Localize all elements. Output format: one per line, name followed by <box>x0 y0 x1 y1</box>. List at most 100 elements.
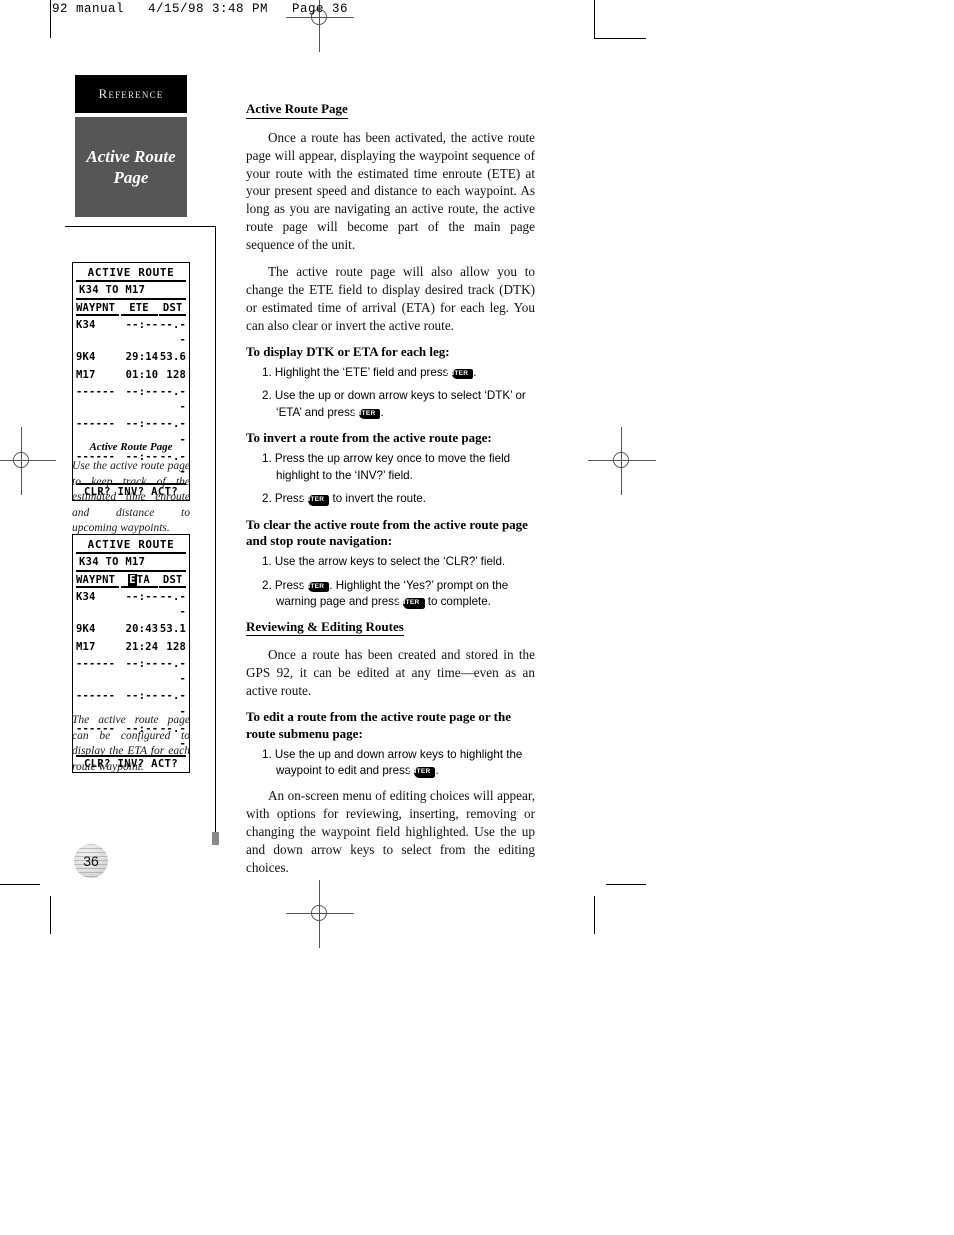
lcd-row: ------ --:-- --.-- <box>73 656 189 688</box>
lcd-cell-waypnt: 9K4 <box>76 623 96 636</box>
lcd-cell-waypnt: K34 <box>76 591 96 603</box>
lcd-cell-time: 21:24 <box>125 640 159 653</box>
lcd-title: ACTIVE ROUTE <box>76 537 186 554</box>
list-item: 1. Use the arrow keys to select the ‘CLR… <box>262 555 506 569</box>
lcd-cell-time: 20:43 <box>125 623 159 636</box>
registration-mark-right <box>588 427 656 495</box>
column-marker <box>212 832 219 845</box>
lcd-row: K34 --:-- --.-- <box>73 317 189 349</box>
lcd-row: M17 01:10 128 <box>73 367 189 384</box>
list-item: 1. Highlight the ‘ETE’ field and press E… <box>246 365 535 381</box>
crop-mark-top-right <box>594 0 595 38</box>
lcd-cell-waypnt: ------ <box>76 657 116 670</box>
sidebar-section-tab: Reference <box>75 75 187 113</box>
step-text-tail: to complete. <box>427 595 491 609</box>
paragraph-editing-menu: An on-screen menu of editing choices wil… <box>246 787 535 875</box>
lcd-cell-dst: --.-- <box>159 319 186 347</box>
section-heading-wrap-2: Reviewing & Editing Routes <box>246 618 535 643</box>
step-text: 2. Press <box>262 492 305 506</box>
lcd-header-dst: DST <box>159 574 186 588</box>
paragraph-field-options: The active route page will also allow yo… <box>246 264 535 334</box>
procedure-steps-clear-route: 1. Use the arrow keys to select the ‘CLR… <box>246 554 535 610</box>
lcd-row: M17 21:24 128 <box>73 639 189 656</box>
figure-caption-title-1: Active Route Page <box>89 441 173 453</box>
lcd-header-highlight: E <box>128 574 137 586</box>
enter-key-icon[interactable]: ENTER <box>445 368 474 380</box>
lcd-header-dst: DST <box>159 302 186 316</box>
enter-key-icon[interactable]: ENTER <box>407 767 436 778</box>
lcd-column-headers: WAYPNT ETE DST <box>73 300 189 317</box>
lcd-column-headers: WAYPNT ETA DST <box>73 572 189 589</box>
paragraph-intro: Once a route has been activated, the act… <box>246 129 535 253</box>
enter-key-icon[interactable]: ENTER <box>301 581 330 593</box>
step-text-tail: . <box>435 764 439 778</box>
list-item: 2. Press ENTER. Highlight the ‘Yes?’ pro… <box>246 578 535 611</box>
lcd-cell-dst: --.-- <box>159 591 186 619</box>
section-heading-active-route-page: Active Route Page <box>246 101 348 119</box>
lcd-row: 9K4 29:14 53.6 <box>73 349 189 366</box>
lcd-cell-time: 01:10 <box>125 368 159 381</box>
registration-mark-bottom <box>286 880 354 948</box>
lcd-row: ------ --:-- --.-- <box>73 384 189 416</box>
lcd-header-time[interactable]: ETA <box>120 574 158 588</box>
list-item: 1. Use the up and down arrow keys to hig… <box>246 747 535 780</box>
figure-caption-body-1: Use the active route page to keep track … <box>72 460 190 535</box>
enter-key-icon[interactable]: ENTER <box>352 408 381 420</box>
lcd-route-label: K34 TO M17 <box>76 282 186 300</box>
lcd-cell-waypnt: 9K4 <box>76 351 96 364</box>
lcd-header-rest: TA <box>136 574 150 586</box>
print-slug: 92 manual 4/15/98 3:48 PM Page 36 <box>52 2 349 16</box>
procedure-heading-edit-route: To edit a route from the active route pa… <box>246 709 512 742</box>
section-heading-wrap-1: Active Route Page <box>246 100 535 125</box>
lcd-row: 9K4 20:43 53.1 <box>73 621 189 638</box>
page-number-globe: 36 <box>74 844 108 878</box>
lcd-cell-waypnt: ------ <box>76 385 116 398</box>
lcd-cell-dst: 128 <box>166 368 186 381</box>
procedure-heading-display-dtk-eta: To display DTK or ETA for each leg: <box>246 344 450 360</box>
registration-mark-left <box>0 427 56 495</box>
step-text: 2. Press <box>262 578 305 592</box>
manual-page: 92 manual 4/15/98 3:48 PM Page 36 Refere… <box>0 0 954 1235</box>
procedure-heading-clear-route: To clear the active route from the activ… <box>246 516 528 549</box>
procedure-steps-edit-route: 1. Use the up and down arrow keys to hig… <box>246 747 535 780</box>
enter-key-icon[interactable]: ENTER <box>301 495 330 506</box>
lcd-cell-dst: --.-- <box>159 657 186 686</box>
section-heading-reviewing-editing-routes: Reviewing & Editing Routes <box>246 619 404 637</box>
lcd-cell-waypnt: K34 <box>76 319 96 331</box>
lcd-route-label: K34 TO M17 <box>76 554 186 572</box>
lcd-header-waypnt: WAYPNT <box>76 302 119 316</box>
sidebar-divider <box>65 226 215 227</box>
lcd-title: ACTIVE ROUTE <box>76 265 186 282</box>
step-text-tail: . <box>380 405 384 419</box>
procedure-heading-invert-route: To invert a route from the active route … <box>246 430 492 446</box>
list-item: 2. Use the up or down arrow keys to sele… <box>246 388 535 421</box>
lcd-cell-waypnt: M17 <box>76 368 96 381</box>
lcd-header-waypnt: WAYPNT <box>76 574 119 588</box>
step-text: 1. Highlight the ‘ETE’ field and press <box>262 365 449 379</box>
lcd-cell-dst: 128 <box>166 640 186 653</box>
list-item: 1. Press the up arrow key once to move t… <box>262 452 511 482</box>
lcd-cell-dst: 53.1 <box>159 623 186 636</box>
step-text: 1. Use the up and down arrow keys to hig… <box>262 747 523 778</box>
lcd-cell-time: --:-- <box>125 319 159 331</box>
lcd-cell-dst: --.-- <box>159 385 186 414</box>
crop-mark-bottom-left <box>50 896 51 934</box>
lcd-header-time[interactable]: ETE <box>120 302 158 316</box>
enter-key-icon[interactable]: ENTER <box>396 598 425 609</box>
sidebar-topic-tab-label: Active Route Page <box>86 146 176 187</box>
lcd-cell-time: --:-- <box>125 385 159 398</box>
sidebar-vertical-rule <box>215 226 216 842</box>
page-number: 36 <box>83 853 99 869</box>
crop-mark-top-left <box>50 0 51 38</box>
paragraph-editing-intro: Once a route has been created and stored… <box>246 647 535 699</box>
lcd-cell-time: --:-- <box>125 657 159 670</box>
sidebar-section-tab-label: Reference <box>98 86 164 101</box>
sidebar-topic-tab: Active Route Page <box>75 117 187 217</box>
procedure-steps-invert-route: 1. Press the up arrow key once to move t… <box>246 451 535 507</box>
main-content-column: Active Route Page Once a route has been … <box>246 100 535 886</box>
lcd-cell-time: --:-- <box>125 591 159 603</box>
crop-mark-bottom-right <box>594 896 595 934</box>
lcd-row: K34 --:-- --.-- <box>73 589 189 621</box>
procedure-steps-display-dtk-eta: 1. Highlight the ‘ETE’ field and press E… <box>246 365 535 421</box>
step-text-tail: . <box>473 365 477 379</box>
